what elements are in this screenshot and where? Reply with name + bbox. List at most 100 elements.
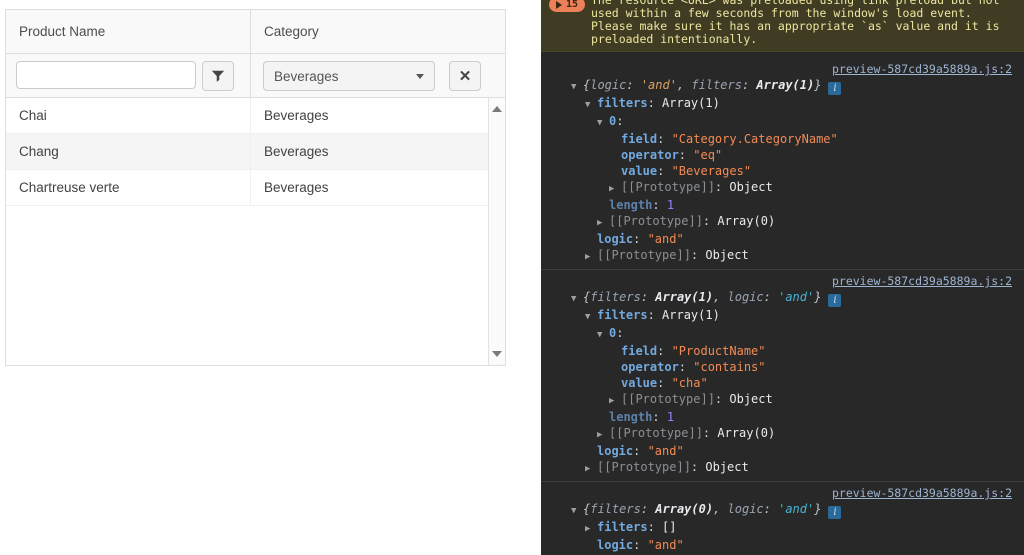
table-row[interactable]: ChangBeverages (6, 134, 488, 170)
console-token: filters (597, 308, 648, 322)
console-token: "ProductName" (672, 344, 766, 358)
console-tree-row: ▼filters: Array(1) (541, 95, 1024, 113)
expand-triangle-icon (556, 1, 562, 9)
source-link-row: preview-587cd39a5889a.js:2 (541, 486, 1024, 501)
console-entry: preview-587cd39a5889a.js:2▼{filters: Arr… (541, 269, 1024, 481)
warning-count: 15 (566, 0, 578, 11)
expand-arrow-icon[interactable]: ▶ (585, 461, 597, 477)
collapse-arrow-icon[interactable]: ▼ (571, 503, 583, 519)
collapse-arrow-icon[interactable]: ▼ (571, 291, 583, 307)
console-token: : (648, 520, 662, 534)
expand-arrow-icon[interactable]: ▶ (609, 181, 621, 197)
console-token: filters (691, 78, 742, 92)
chevron-down-icon (416, 74, 424, 79)
console-token: : (703, 426, 717, 440)
console-tree-row: value: "Beverages" (541, 163, 1024, 179)
table-row[interactable]: ChaiBeverages (6, 98, 488, 134)
console-token: : (679, 360, 693, 374)
console-token: "cha" (672, 376, 708, 390)
expand-arrow-icon[interactable]: ▶ (585, 249, 597, 265)
console-token: : (703, 214, 717, 228)
collapse-arrow-icon[interactable]: ▼ (585, 97, 597, 113)
cell-category: Beverages (251, 108, 488, 123)
column-header-product-name[interactable]: Product Name (6, 10, 251, 53)
console-token: : (616, 114, 623, 128)
console-token: : (764, 502, 778, 516)
console-token: : (657, 376, 671, 390)
console-token: value (621, 164, 657, 178)
filter-button[interactable] (202, 61, 234, 91)
expand-arrow-icon[interactable]: ▶ (597, 427, 609, 443)
console-tree-row: operator: "eq" (541, 147, 1024, 163)
source-link[interactable]: preview-587cd39a5889a.js:2 (832, 274, 1012, 288)
category-filter-dropdown[interactable]: Beverages (263, 61, 435, 91)
info-icon: i (828, 506, 841, 519)
console-token: "Category.CategoryName" (672, 132, 838, 146)
console-token: 'and' (641, 78, 677, 92)
scroll-down-icon[interactable] (492, 351, 502, 357)
console-tree-row: ▶[[Prototype]]: Object (541, 391, 1024, 409)
console-token: : (657, 164, 671, 178)
console-token: : (616, 326, 623, 340)
console-token: } (814, 290, 821, 304)
info-icon: i (828, 82, 841, 95)
collapse-arrow-icon[interactable]: ▼ (597, 327, 609, 343)
console-token: : (679, 148, 693, 162)
console-tree-row: ▼{logic: 'and', filters: Array(1)}i (541, 77, 1024, 95)
product-filter-input[interactable] (16, 61, 196, 89)
console-token: "contains" (693, 360, 765, 374)
console-token: "eq" (693, 148, 722, 162)
info-icon: i (828, 294, 841, 307)
console-tree-row: ▶[[Prototype]]: Array(0) (541, 213, 1024, 231)
console-tree-row: ▼{filters: Array(1), logic: 'and'}i (541, 289, 1024, 307)
console-tree-row: ▶[[Prototype]]: Object (541, 247, 1024, 265)
console-token: , (713, 290, 727, 304)
console-token: : (648, 308, 662, 322)
console-token: : (742, 78, 756, 92)
column-header-category[interactable]: Category (251, 10, 505, 53)
console-tree-row: ▼{filters: Array(0), logic: 'and'}i (541, 501, 1024, 519)
console-token: : (652, 410, 666, 424)
console-token: length (609, 410, 652, 424)
console-token: filters (590, 502, 641, 516)
console-token: Object (705, 460, 748, 474)
funnel-icon (211, 69, 225, 83)
collapse-arrow-icon[interactable]: ▼ (585, 309, 597, 325)
expand-arrow-icon[interactable]: ▶ (597, 215, 609, 231)
console-token: : (626, 78, 640, 92)
console-tree-row: ▶filters: [] (541, 519, 1024, 537)
console-token: Object (729, 392, 772, 406)
grid-scrollbar[interactable] (488, 98, 505, 365)
console-token: [[Prototype]] (609, 426, 703, 440)
expand-arrow-icon[interactable]: ▶ (609, 393, 621, 409)
console-token: "and" (648, 538, 684, 552)
close-icon: ✕ (459, 67, 472, 85)
console-token: , (677, 78, 691, 92)
console-token: : (691, 248, 705, 262)
console-token: filters (597, 96, 648, 110)
console-token: "and" (648, 232, 684, 246)
console-tree-row: ▼0: (541, 113, 1024, 131)
console-token: , (713, 502, 727, 516)
console-warning: 15 The resource <URL> was preloaded usin… (541, 0, 1024, 52)
console-tree-row: field: "ProductName" (541, 343, 1024, 359)
devtools-console: 15 The resource <URL> was preloaded usin… (541, 0, 1024, 555)
collapse-arrow-icon[interactable]: ▼ (597, 115, 609, 131)
console-token: logic (590, 78, 626, 92)
console-token: field (621, 132, 657, 146)
console-token: : (715, 180, 729, 194)
collapse-arrow-icon[interactable]: ▼ (571, 79, 583, 95)
source-link[interactable]: preview-587cd39a5889a.js:2 (832, 486, 1012, 500)
clear-filter-button[interactable]: ✕ (449, 61, 481, 91)
warning-count-badge[interactable]: 15 (549, 0, 585, 12)
table-row[interactable]: Chartreuse verteBeverages (6, 170, 488, 206)
console-token: : (633, 538, 647, 552)
expand-arrow-icon[interactable]: ▶ (585, 521, 597, 537)
console-token: logic (597, 538, 633, 552)
console-token: [[Prototype]] (621, 392, 715, 406)
cell-product-name: Chartreuse verte (6, 170, 251, 205)
scroll-up-icon[interactable] (492, 106, 502, 112)
console-tree-row: logic: "and" (541, 231, 1024, 247)
console-token: Array(1) (756, 78, 814, 92)
source-link[interactable]: preview-587cd39a5889a.js:2 (832, 62, 1012, 76)
